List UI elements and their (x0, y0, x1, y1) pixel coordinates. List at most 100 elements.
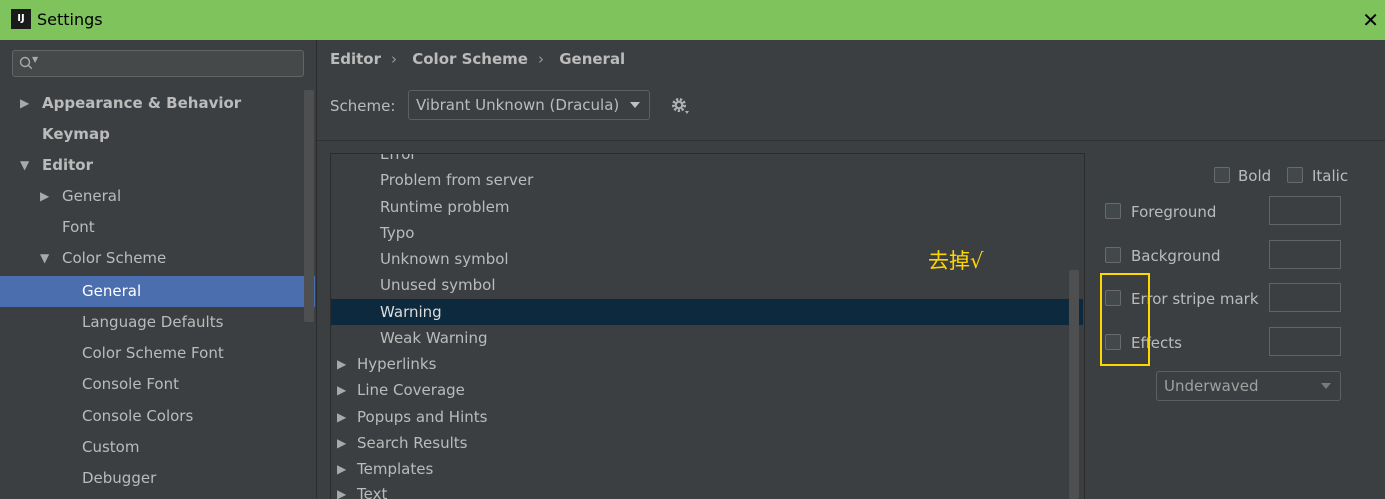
scheme-value: Vibrant Unknown (Dracula) (416, 96, 620, 114)
foreground-color-swatch[interactable] (1269, 196, 1341, 225)
foreground-label: Foreground (1131, 203, 1217, 221)
sidebar-item-console-colors[interactable]: Console Colors (0, 401, 315, 432)
sidebar-item-label: Language Defaults (82, 313, 224, 331)
scheme-dropdown[interactable]: Vibrant Unknown (Dracula) (408, 90, 650, 120)
list-group-hyperlinks[interactable]: ▶ Hyperlinks (331, 351, 1083, 377)
list-item-unused-symbol[interactable]: Unused symbol (331, 272, 1083, 298)
annotation-text: 去掉√ (928, 249, 984, 273)
list-item-typo[interactable]: Typo (331, 220, 1083, 246)
italic-label: Italic (1312, 167, 1349, 185)
list-item-weak-warning[interactable]: Weak Warning (331, 325, 1083, 351)
search-dropdown-icon: ▼ (32, 55, 39, 64)
list-scrollbar[interactable] (1069, 270, 1079, 499)
scheme-label: Scheme: (330, 97, 396, 115)
list-item-label: Error (380, 153, 417, 163)
foreground-checkbox[interactable] (1105, 203, 1121, 219)
sidebar-item-label: Debugger (82, 469, 157, 487)
sidebar-item-label: Appearance & Behavior (42, 94, 242, 112)
list-item-problem-from-server[interactable]: Problem from server (331, 167, 1083, 193)
list-group-line-coverage[interactable]: ▶ Line Coverage (331, 377, 1083, 403)
expand-arrow-icon[interactable]: ▶ (337, 404, 346, 430)
breadcrumb-separator-icon: › (391, 50, 397, 68)
sidebar-item-editor[interactable]: ▼ Editor (0, 150, 315, 181)
list-item-label: Typo (380, 224, 415, 242)
breadcrumb-separator-icon: › (537, 50, 544, 68)
breadcrumb: Editor › Color Scheme › General (330, 50, 635, 68)
sidebar-item-label: Console Font (82, 375, 179, 393)
breadcrumb-item: General (559, 50, 626, 68)
italic-checkbox[interactable] (1287, 167, 1303, 183)
background-label: Background (1131, 247, 1221, 265)
chevron-down-icon (630, 102, 640, 108)
sidebar-item-custom[interactable]: Custom (0, 432, 315, 463)
sidebar-scrollbar[interactable] (304, 90, 314, 322)
list-group-text[interactable]: ▶ Text (331, 481, 1083, 499)
divider (317, 140, 1385, 141)
chevron-down-icon (1321, 383, 1331, 389)
sidebar-item-label: Console Colors (82, 407, 194, 425)
expand-arrow-icon[interactable]: ▶ (337, 481, 346, 499)
list-item-label: Runtime problem (380, 198, 510, 216)
sidebar-item-language-defaults[interactable]: Language Defaults (0, 307, 315, 338)
expand-arrow-icon[interactable]: ▶ (337, 351, 346, 377)
sidebar-item-label: Color Scheme (62, 249, 167, 267)
expand-arrow-icon[interactable]: ▶ (20, 88, 29, 119)
list-item-label: Weak Warning (380, 329, 488, 347)
list-group-label: Line Coverage (357, 381, 465, 399)
list-item-label: Warning (380, 303, 442, 321)
effect-type-value: Underwaved (1164, 377, 1259, 395)
sidebar-item-appearance-behavior[interactable]: ▶ Appearance & Behavior (0, 88, 315, 119)
error-stripe-color-swatch[interactable] (1269, 283, 1341, 312)
attribute-list: Error Problem from server Runtime proble… (330, 153, 1085, 499)
sidebar-item-color-scheme-general[interactable]: General (0, 276, 315, 307)
error-stripe-label: Error stripe mark (1131, 290, 1259, 308)
sidebar-item-console-font[interactable]: Console Font (0, 369, 315, 400)
window-title: Settings (37, 10, 103, 29)
sidebar-item-label: Color Scheme Font (82, 344, 224, 362)
sidebar-item-label: General (62, 187, 122, 205)
list-group-label: Popups and Hints (357, 408, 488, 426)
gear-icon[interactable] (670, 96, 690, 116)
expand-arrow-icon[interactable]: ▶ (337, 456, 346, 482)
list-group-templates[interactable]: ▶ Templates (331, 456, 1083, 482)
background-color-swatch[interactable] (1269, 240, 1341, 269)
sidebar-item-label: Font (62, 218, 95, 236)
collapse-arrow-icon[interactable]: ▼ (20, 150, 29, 181)
sidebar-item-color-scheme-font[interactable]: Color Scheme Font (0, 338, 315, 369)
sidebar-item-label: Keymap (42, 125, 110, 143)
list-item-warning[interactable]: Warning (331, 299, 1083, 325)
expand-arrow-icon[interactable]: ▶ (40, 181, 49, 212)
sidebar-item-color-scheme[interactable]: ▼ Color Scheme (0, 243, 315, 274)
attribute-properties: Bold Italic Foreground Background Error … (1087, 153, 1385, 498)
sidebar-item-keymap[interactable]: Keymap (0, 119, 315, 150)
collapse-arrow-icon[interactable]: ▼ (40, 243, 49, 274)
list-item-error[interactable]: Error (331, 153, 1083, 167)
bold-label: Bold (1238, 167, 1272, 185)
sidebar-item-general[interactable]: ▶ General (0, 181, 315, 212)
sidebar-item-font[interactable]: Font (0, 212, 315, 243)
sidebar-item-debugger[interactable]: Debugger (0, 463, 315, 494)
list-group-label: Templates (357, 460, 434, 478)
effects-color-swatch[interactable] (1269, 327, 1341, 356)
expand-arrow-icon[interactable]: ▶ (337, 430, 346, 456)
breadcrumb-item[interactable]: Editor (330, 50, 381, 68)
list-item-label: Unknown symbol (380, 250, 509, 268)
effect-type-dropdown[interactable]: Underwaved (1156, 371, 1341, 401)
list-group-search-results[interactable]: ▶ Search Results (331, 430, 1083, 456)
breadcrumb-item[interactable]: Color Scheme (412, 50, 528, 68)
annotation-highlight-box (1100, 273, 1150, 366)
sidebar-item-label: Custom (82, 438, 140, 456)
list-item-label: Unused symbol (380, 276, 496, 294)
list-group-label: Hyperlinks (357, 355, 437, 373)
expand-arrow-icon[interactable]: ▶ (337, 377, 346, 403)
list-group-label: Text (357, 485, 388, 499)
list-group-popups-and-hints[interactable]: ▶ Popups and Hints (331, 404, 1083, 430)
settings-sidebar: ▼ ▶ Appearance & Behavior Keymap ▼ Edito… (0, 40, 317, 498)
bold-checkbox[interactable] (1214, 167, 1230, 183)
background-checkbox[interactable] (1105, 247, 1121, 263)
search-icon (19, 56, 33, 70)
settings-search-input[interactable]: ▼ (12, 50, 304, 77)
close-button[interactable]: ✕ (1362, 8, 1379, 32)
list-item-runtime-problem[interactable]: Runtime problem (331, 194, 1083, 220)
sidebar-item-label: Editor (42, 156, 93, 174)
